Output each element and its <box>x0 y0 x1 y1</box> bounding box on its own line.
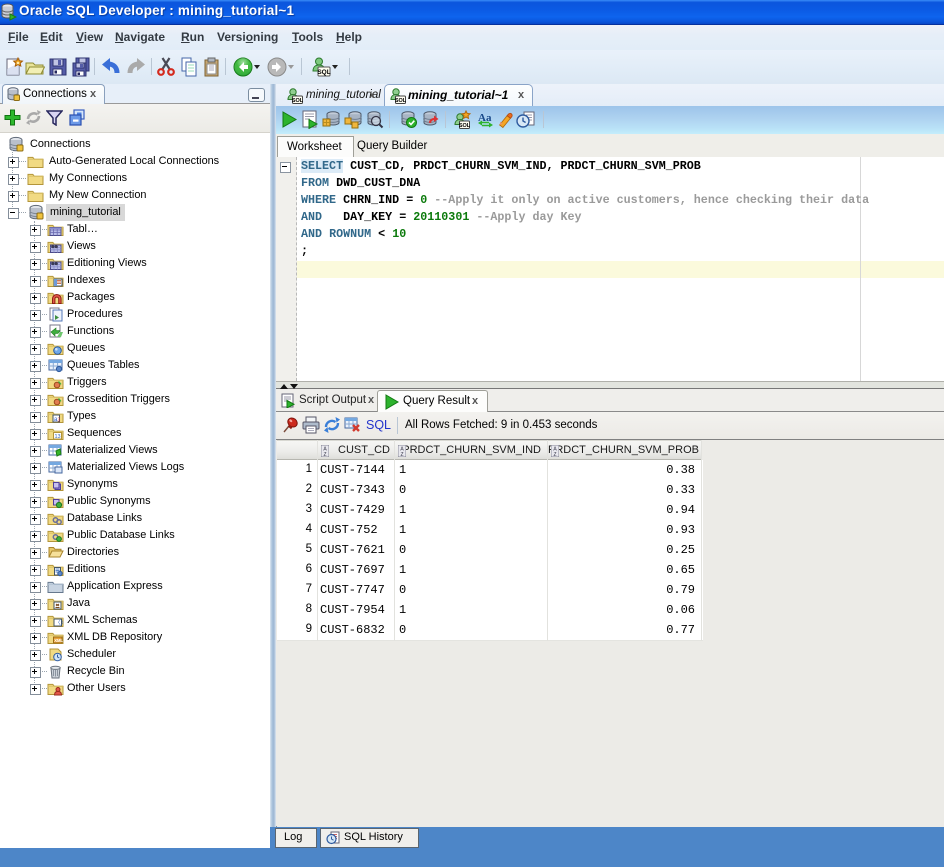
svg-text:13: 13 <box>55 434 61 440</box>
svg-text:XML: XML <box>54 638 63 643</box>
svg-text:3: 3 <box>58 418 61 424</box>
svg-text:〈〉: 〈〉 <box>55 620 64 627</box>
svg-text:SQL: SQL <box>317 69 330 76</box>
